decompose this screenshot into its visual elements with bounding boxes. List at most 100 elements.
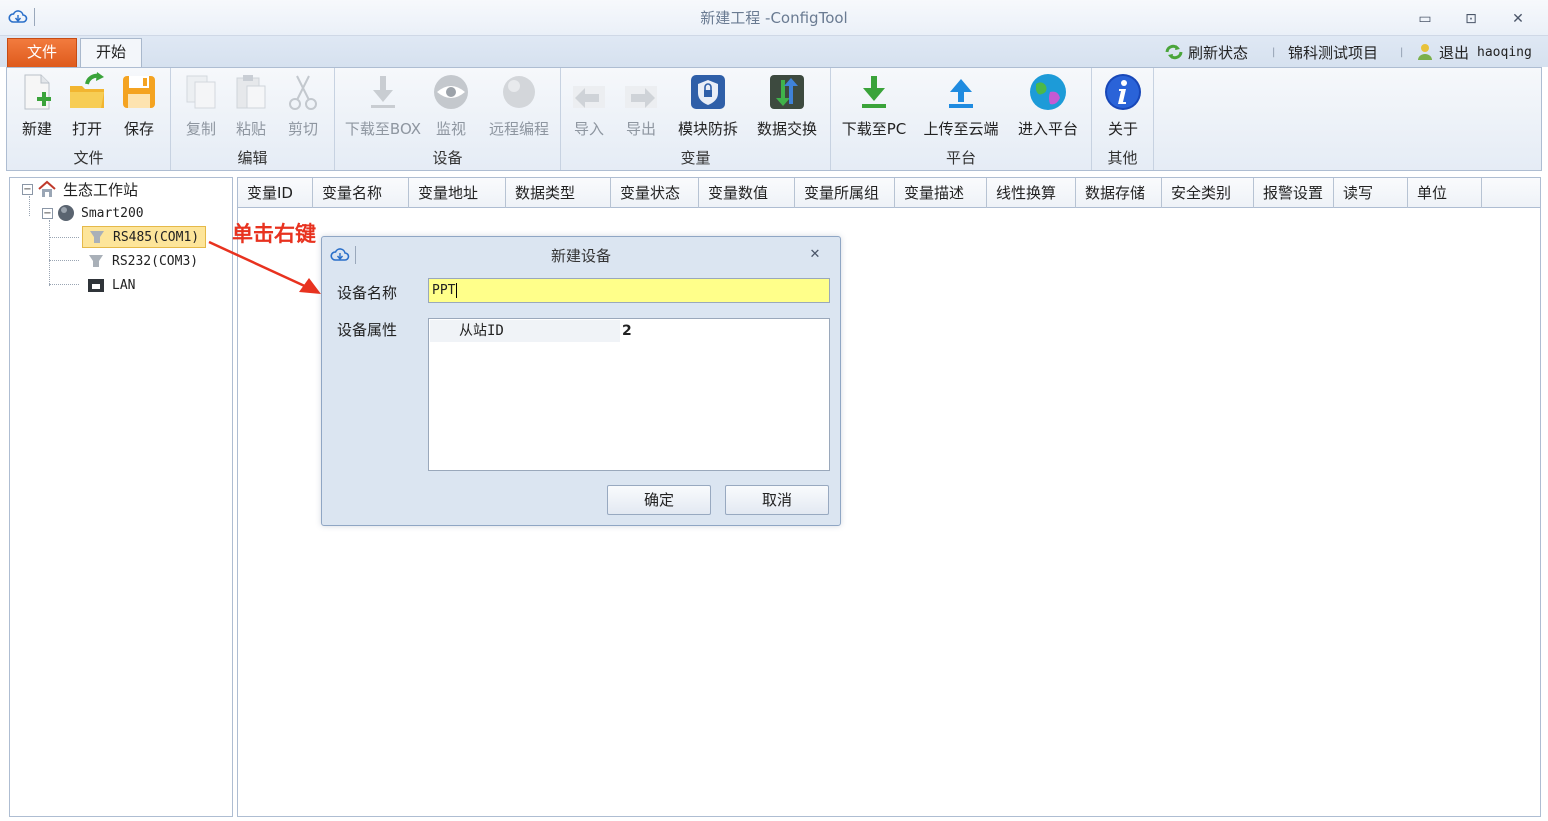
column-header[interactable]: 报警设置 xyxy=(1254,178,1334,208)
restore-button[interactable]: ⊡ xyxy=(1461,10,1481,28)
tree-port-label: RS232(COM3) xyxy=(112,253,199,269)
grid-header: 变量ID 变量名称 变量地址 数据类型 变量状态 变量数值 变量所属组 变量描述… xyxy=(238,178,1540,208)
upload-blue-icon xyxy=(949,79,973,108)
column-header[interactable]: 数据类型 xyxy=(506,178,611,208)
new-file-icon xyxy=(24,74,51,110)
globe-color-icon xyxy=(1030,74,1066,110)
copy-icon xyxy=(186,75,216,109)
refresh-icon xyxy=(1165,44,1183,60)
paste-button[interactable]: 粘贴 xyxy=(229,72,273,142)
collapse-icon[interactable]: − xyxy=(42,207,53,219)
save-button[interactable]: 保存 xyxy=(117,72,161,142)
remote-programming-label: 远程编程 xyxy=(488,120,549,138)
group-device-label: 设备 xyxy=(432,149,463,167)
column-header[interactable]: 变量所属组 xyxy=(795,178,895,208)
upload-cloud-label: 上传至云端 xyxy=(923,120,999,138)
logout-link[interactable]: 退出 haoqing xyxy=(1416,41,1532,63)
data-exchange-button[interactable]: 数据交换 xyxy=(753,72,821,142)
copy-button[interactable]: 复制 xyxy=(179,72,223,142)
eye-icon xyxy=(434,75,468,109)
enter-platform-button[interactable]: 进入平台 xyxy=(1013,72,1083,142)
property-row[interactable]: 从站ID 2 xyxy=(430,320,828,342)
new-button[interactable]: 新建 xyxy=(15,72,59,142)
column-header[interactable]: 变量ID xyxy=(238,178,313,208)
column-header[interactable]: 单位 xyxy=(1408,178,1482,208)
download-box-button[interactable]: 下载至BOX xyxy=(341,72,425,142)
group-platform-label: 平台 xyxy=(945,149,976,167)
save-label: 保存 xyxy=(123,120,154,138)
column-header[interactable]: 变量状态 xyxy=(611,178,699,208)
collapse-icon[interactable]: − xyxy=(22,183,33,195)
scissors-icon xyxy=(289,75,317,110)
save-disk-icon xyxy=(123,76,155,108)
dialog-title: 新建设备 xyxy=(550,247,611,265)
column-header[interactable]: 变量地址 xyxy=(409,178,506,208)
column-header[interactable]: 读写 xyxy=(1334,178,1408,208)
monitor-button[interactable]: 监视 xyxy=(429,72,473,142)
module-protect-button[interactable]: 模块防拆 xyxy=(675,72,741,142)
column-header[interactable]: 安全类别 xyxy=(1162,178,1254,208)
column-header[interactable]: 变量名称 xyxy=(313,178,409,208)
group-device: 下载至BOX 监视 远程编程 设备 xyxy=(335,68,561,170)
export-arrow-icon xyxy=(625,86,657,108)
close-button[interactable]: ✕ xyxy=(1508,10,1528,28)
remote-programming-button[interactable]: 远程编程 xyxy=(481,72,557,142)
download-arrow-icon xyxy=(371,76,395,108)
import-arrow-icon xyxy=(573,86,605,108)
column-header[interactable]: 变量数值 xyxy=(699,178,795,208)
tab-file[interactable]: 文件 xyxy=(7,38,77,67)
logout-label: 退出 xyxy=(1439,43,1470,62)
open-folder-icon xyxy=(70,72,104,108)
download-pc-label: 下载至PC xyxy=(841,120,907,138)
tree-port-label: RS485(COM1) xyxy=(113,229,200,245)
column-header[interactable]: 线性换算 xyxy=(987,178,1076,208)
dialog-close-button[interactable]: ✕ xyxy=(806,247,824,263)
column-header[interactable]: 变量描述 xyxy=(895,178,987,208)
tab-start[interactable]: 开始 xyxy=(80,38,142,68)
annotation-arrow-icon xyxy=(208,240,321,294)
open-label: 打开 xyxy=(71,120,102,138)
tree-node-rs232[interactable]: RS232(COM3) xyxy=(86,250,198,272)
title-bar: 新建工程 -ConfigTool ▭ ⊡ ✕ xyxy=(0,0,1548,36)
group-other-label: 其他 xyxy=(1107,149,1138,167)
dialog-title-bar[interactable]: 新建设备 ✕ xyxy=(322,237,840,271)
project-name[interactable]: 锦科测试项目 xyxy=(1288,41,1378,63)
tree-node-rs485[interactable]: RS485(COM1) xyxy=(82,226,207,248)
info-icon xyxy=(1105,74,1141,110)
property-key: 从站ID xyxy=(430,320,620,342)
home-icon xyxy=(38,180,56,197)
device-name-input[interactable]: PPT xyxy=(428,278,830,303)
download-pc-button[interactable]: 下载至PC xyxy=(839,72,909,142)
tree-line xyxy=(49,260,79,261)
top-separator-2: | xyxy=(1400,46,1404,58)
cancel-button[interactable]: 取消 xyxy=(725,485,829,515)
shield-lock-icon xyxy=(691,75,725,109)
group-variable: 导入 导出 模块防拆 数据交换 变量 xyxy=(561,68,831,170)
about-label: 关于 xyxy=(1107,120,1138,138)
new-label: 新建 xyxy=(21,120,52,138)
device-name-label: 设备名称 xyxy=(337,284,398,302)
cut-button[interactable]: 剪切 xyxy=(281,72,325,142)
ok-button[interactable]: 确定 xyxy=(607,485,711,515)
paste-label: 粘贴 xyxy=(235,120,266,138)
window-title: 新建工程 -ConfigTool xyxy=(700,9,848,27)
export-button[interactable]: 导出 xyxy=(619,72,663,142)
group-variable-label: 变量 xyxy=(680,149,711,167)
open-button[interactable]: 打开 xyxy=(65,72,109,142)
about-button[interactable]: 关于 xyxy=(1101,72,1145,142)
column-header[interactable]: 数据存储 xyxy=(1076,178,1162,208)
property-value[interactable]: 2 xyxy=(622,320,632,342)
refresh-status-link[interactable]: 刷新状态 xyxy=(1164,41,1248,63)
import-button[interactable]: 导入 xyxy=(567,72,611,142)
device-props-grid[interactable]: 从站ID 2 xyxy=(428,318,830,471)
group-file: 新建 打开 保存 文件 xyxy=(7,68,171,170)
tree-node-device[interactable]: − Smart200 xyxy=(42,202,144,224)
globe-icon xyxy=(503,76,535,108)
device-tree[interactable]: − 生态工作站 − Smart200 RS485(COM1) RS232(COM… xyxy=(9,177,233,817)
username: haoqing xyxy=(1477,44,1532,60)
top-separator-1: | xyxy=(1272,46,1276,58)
tree-node-root[interactable]: − 生态工作站 xyxy=(22,178,138,200)
upload-cloud-button[interactable]: 上传至云端 xyxy=(919,72,1003,142)
minimize-button[interactable]: ▭ xyxy=(1415,10,1435,28)
tree-node-lan[interactable]: LAN xyxy=(86,274,135,296)
